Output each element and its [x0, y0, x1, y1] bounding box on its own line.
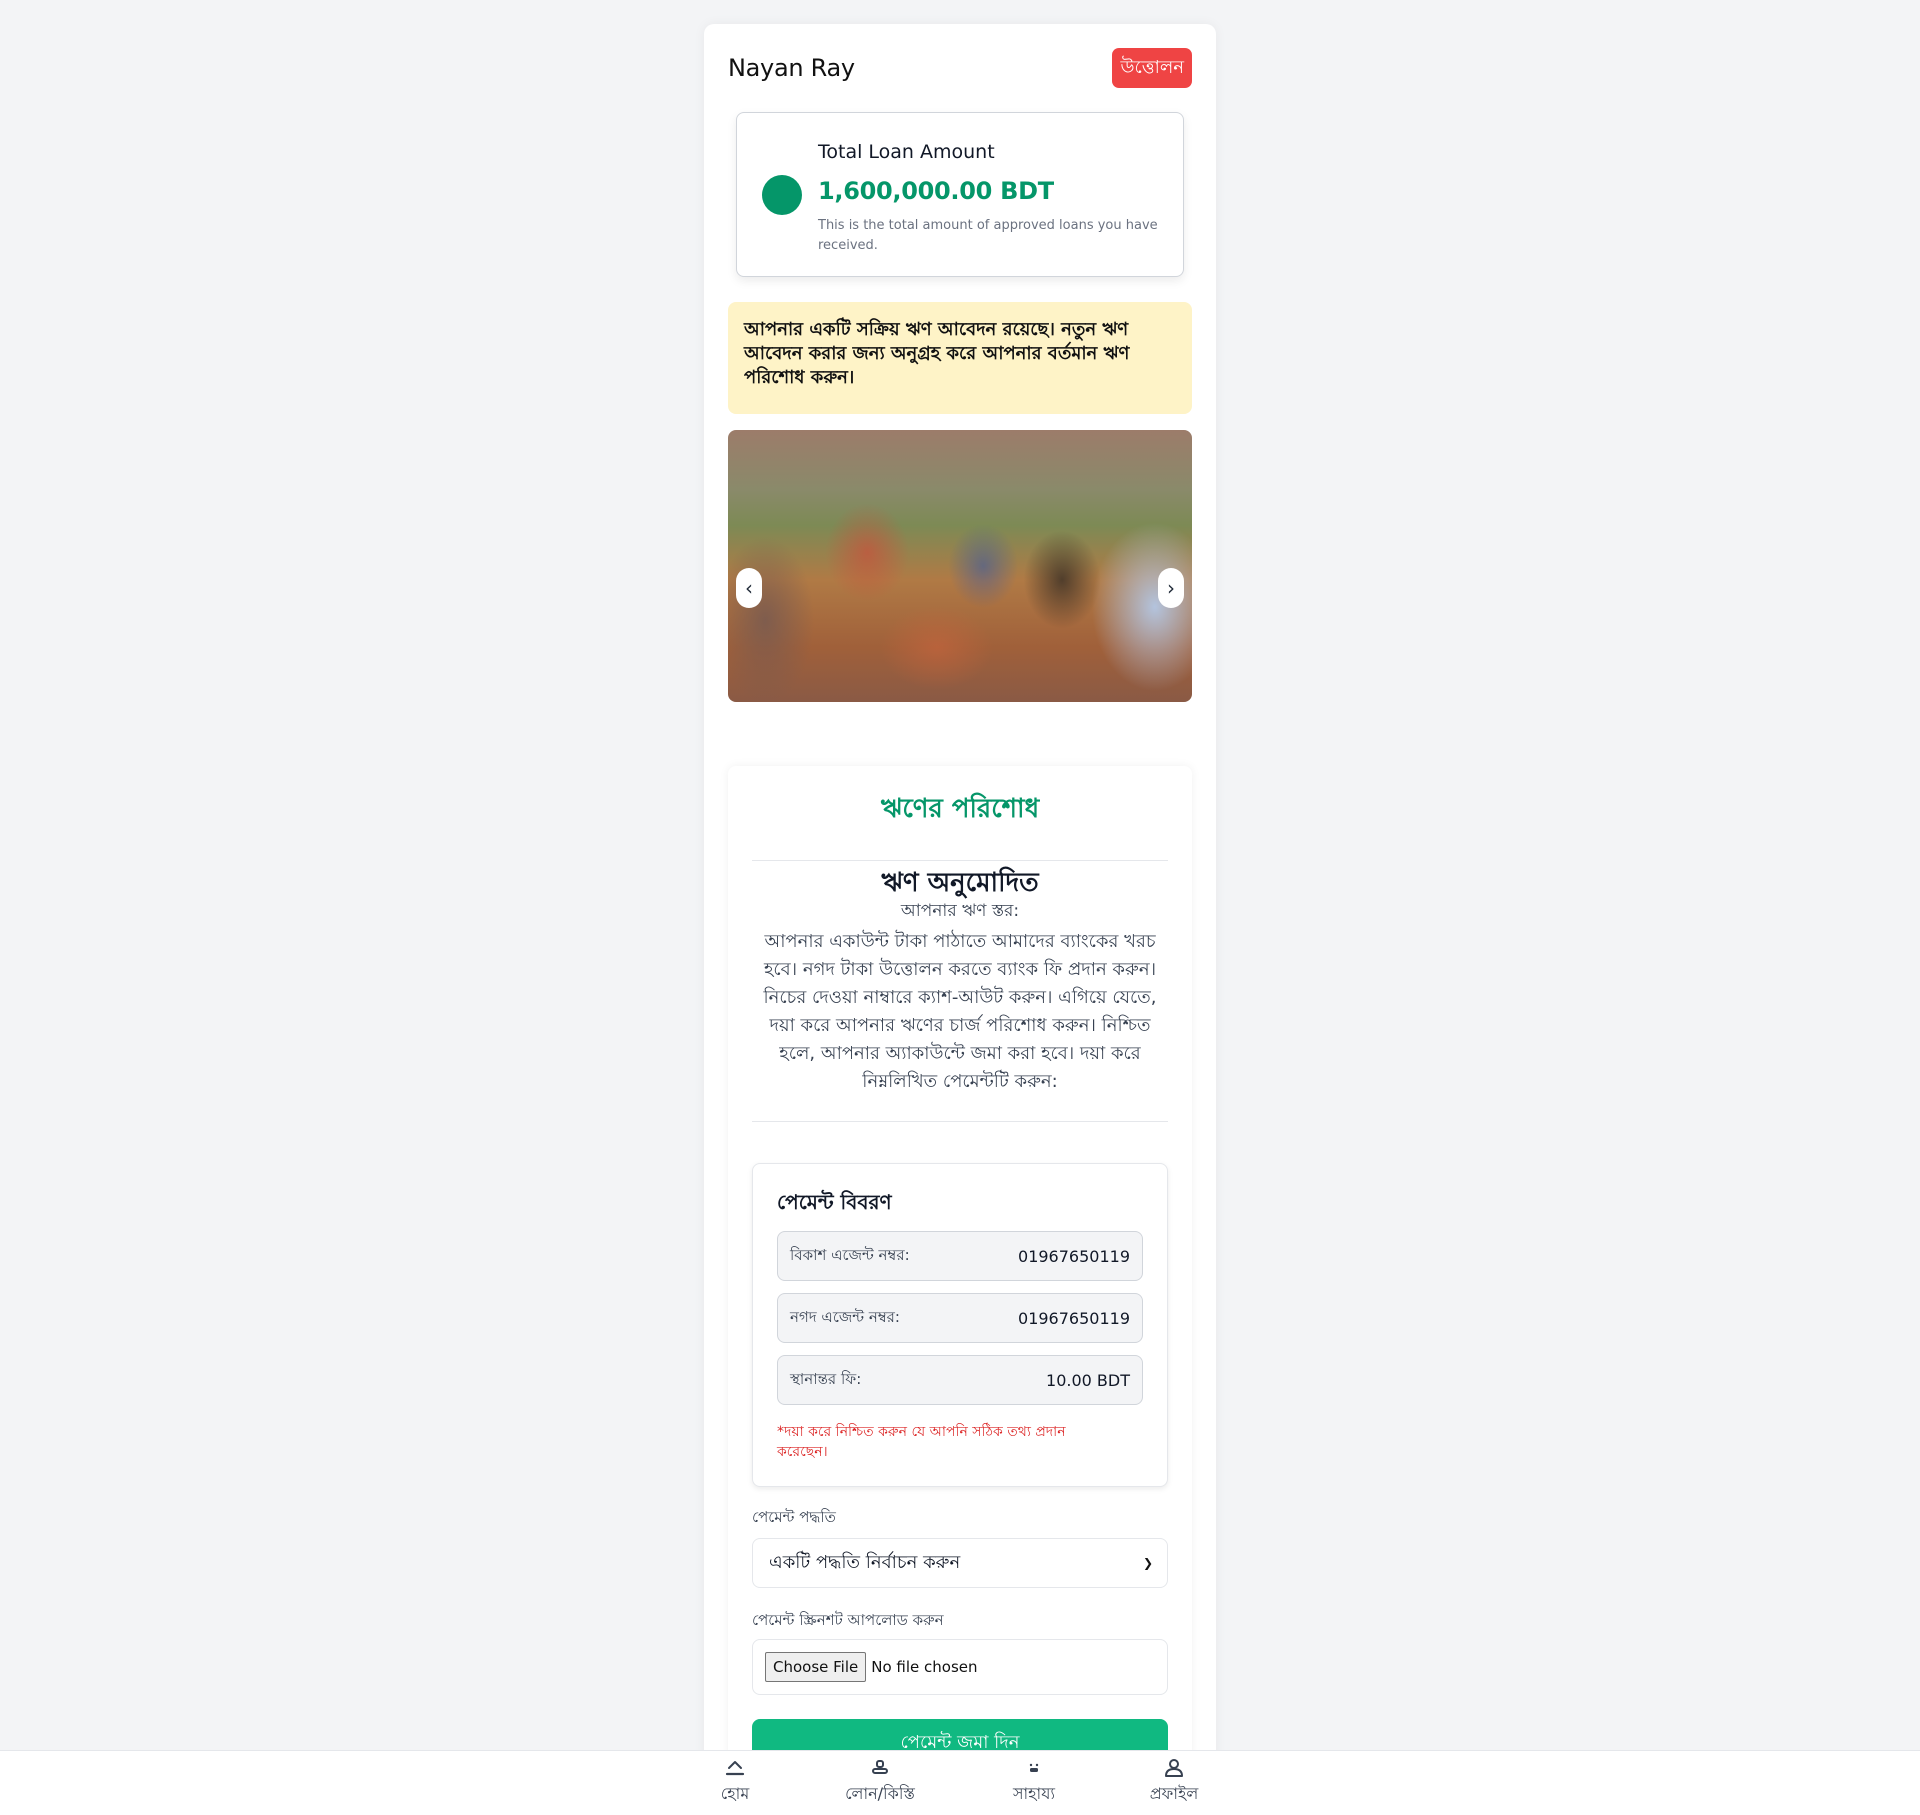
header: Nayan Ray উত্তোলন — [728, 48, 1192, 88]
app-container: Nayan Ray উত্তোলন Total Loan Amount 1,60… — [704, 24, 1216, 1815]
image-carousel[interactable]: ‹ › — [728, 430, 1192, 702]
chevron-left-icon: ‹ — [745, 576, 753, 600]
nav-label: প্রফাইল — [1149, 1784, 1199, 1803]
payment-details-title: পেমেন্ট বিবরণ — [777, 1190, 892, 1214]
screenshot-file-input[interactable]: Choose File No file chosen — [752, 1639, 1168, 1695]
payment-method-label: পেমেন্ট পদ্ধতি — [752, 1508, 836, 1526]
divider — [752, 860, 1168, 861]
total-loan-card: Total Loan Amount 1,600,000.00 BDT This … — [736, 112, 1184, 277]
loan-level-label: আপনার ঋণ স্তর: — [900, 901, 1020, 921]
loan-stamp-icon — [868, 1757, 892, 1779]
withdraw-button[interactable]: উত্তোলন — [1112, 48, 1192, 88]
user-name: Nayan Ray — [728, 54, 855, 82]
nav-item-profile[interactable]: প্রফাইল — [1114, 1757, 1234, 1808]
file-status-text: No file chosen — [871, 1658, 978, 1676]
help-icon — [1022, 1757, 1046, 1779]
nav-item-help[interactable]: সাহায্য — [974, 1757, 1094, 1808]
loan-card-title: Total Loan Amount — [818, 141, 995, 163]
nav-label: হোম — [720, 1784, 750, 1803]
loan-repayment-section: ঋণের পরিশোধ ঋণ অনুমোদিত আপনার ঋণ স্তর: আ… — [728, 766, 1192, 1806]
loan-status-dot-icon — [762, 175, 802, 215]
info-value: 10.00 BDT — [1046, 1370, 1130, 1390]
home-upload-icon — [723, 1757, 747, 1779]
carousel-image — [728, 430, 1192, 702]
carousel-prev-button[interactable]: ‹ — [736, 568, 762, 608]
repayment-title: ঋণের পরিশোধ — [880, 794, 1040, 824]
nav-label: লোন/কিস্তি — [845, 1784, 915, 1803]
info-label: বিকাশ এজেন্ট নম্বর: — [790, 1245, 910, 1264]
choose-file-button[interactable]: Choose File — [765, 1652, 867, 1682]
carousel-next-button[interactable]: › — [1158, 568, 1184, 608]
payment-details-card: পেমেন্ট বিবরণ বিকাশ এজেন্ট নম্বর: 019676… — [752, 1163, 1168, 1487]
nav-label: সাহায্য — [1012, 1784, 1056, 1803]
transfer-fee-row: স্থানান্তর ফি: 10.00 BDT — [777, 1355, 1143, 1405]
loan-amount: 1,600,000.00 BDT — [818, 177, 1054, 205]
info-label: নগদ এজেন্ট নম্বর: — [790, 1307, 900, 1326]
nagad-agent-row: নগদ এজেন্ট নম্বর: 01967650119 — [777, 1293, 1143, 1343]
chevron-right-icon: › — [1167, 576, 1175, 600]
info-value: 01967650119 — [1018, 1246, 1130, 1266]
payment-method-selected: একটি পদ্ধতি নির্বাচন করুন — [769, 1551, 961, 1573]
loan-description: This is the total amount of approved loa… — [818, 218, 1158, 253]
active-loan-alert: আপনার একটি সক্রিয় ঋণ আবেদন রয়েছে। নতুন… — [728, 302, 1192, 414]
chevron-down-icon: ❯ — [1142, 1556, 1153, 1570]
info-label: স্থানান্তর ফি: — [790, 1369, 862, 1388]
info-value: 01967650119 — [1018, 1308, 1130, 1328]
bottom-nav: হোম লোন/কিস্তি সাহায্য প্রফাইল — [0, 1750, 1920, 1815]
nav-item-loan[interactable]: লোন/কিস্তি — [820, 1757, 940, 1808]
bkash-agent-row: বিকাশ এজেন্ট নম্বর: 01967650119 — [777, 1231, 1143, 1281]
upload-screenshot-label: পেমেন্ট স্ক্রিনশট আপলোড করুন — [752, 1611, 944, 1629]
nav-item-home[interactable]: হোম — [675, 1757, 795, 1808]
payment-method-select[interactable]: একটি পদ্ধতি নির্বাচন করুন ❯ — [752, 1538, 1168, 1588]
accuracy-warning: *দয়া করে নিশ্চিত করুন যে আপনি সঠিক তথ্য… — [777, 1424, 1066, 1460]
profile-icon — [1162, 1757, 1186, 1779]
divider — [752, 1121, 1168, 1122]
repayment-description: আপনার একাউন্ট টাকা পাঠাতে আমাদের ব্যাংকে… — [763, 931, 1157, 1092]
